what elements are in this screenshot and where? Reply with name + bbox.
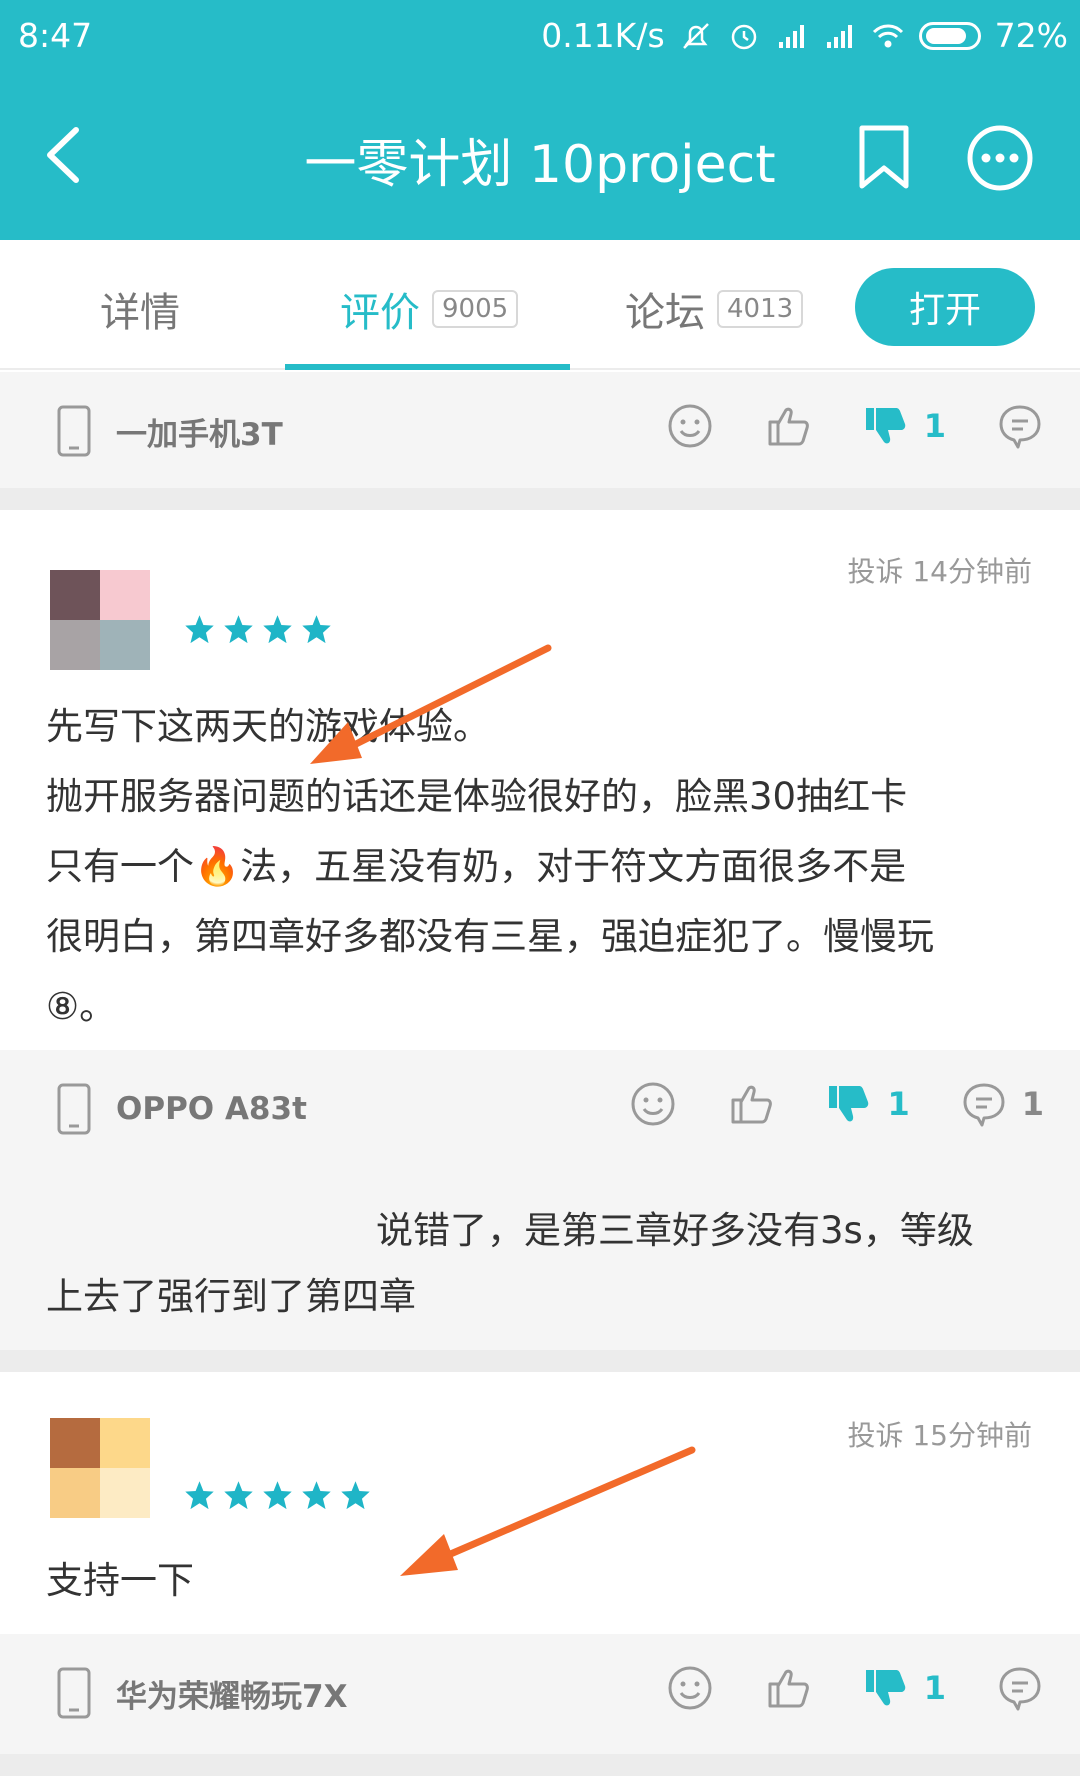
review-actions: 1 1 bbox=[579, 1080, 1044, 1128]
tab-count: 4013 bbox=[717, 290, 804, 328]
star-icon bbox=[185, 1481, 214, 1510]
thumbs-down-icon bbox=[865, 408, 905, 444]
reply-count: 1 bbox=[1021, 1085, 1044, 1123]
review-footer: OPPO A83t 1 1 说错了，是第三章好多没有3s，等级 上去了强行到了第… bbox=[0, 1050, 1080, 1350]
device-name: 华为荣耀畅玩7X bbox=[116, 1678, 348, 1715]
reply-line: 上去了强行到了第四章 bbox=[46, 1275, 416, 1318]
active-tab-indicator bbox=[285, 364, 570, 370]
star-icon bbox=[185, 615, 214, 644]
tab-count: 9005 bbox=[432, 290, 519, 328]
device-info: 华为荣耀畅玩7X bbox=[54, 1666, 347, 1720]
review-actions: 1 bbox=[616, 402, 1044, 450]
dislike-button[interactable]: 1 bbox=[825, 1080, 910, 1128]
phone-icon bbox=[57, 1083, 91, 1135]
star-icon bbox=[263, 615, 292, 644]
signal-icon-2 bbox=[826, 24, 852, 48]
status-bar: 8:47 0.11K/s 72% bbox=[0, 0, 1080, 74]
comment-icon bbox=[963, 1083, 1005, 1127]
star-icon bbox=[263, 1481, 292, 1510]
star-icon bbox=[341, 1481, 370, 1510]
dislike-count: 1 bbox=[887, 1085, 910, 1123]
tab-reviews[interactable]: 评价 9005 bbox=[340, 280, 519, 338]
star-icon bbox=[302, 1481, 331, 1510]
review-actions: 1 bbox=[616, 1664, 1044, 1712]
device-name: 一加手机3T bbox=[116, 416, 283, 453]
annotation-arrow bbox=[310, 644, 552, 764]
review-meta[interactable]: 投诉 14分钟前 bbox=[847, 550, 1032, 590]
review-footer-prev: 一加手机3T 1 bbox=[0, 372, 1080, 488]
thumbs-down-icon bbox=[865, 1670, 905, 1706]
dislike-count: 1 bbox=[923, 407, 946, 445]
comment-button[interactable] bbox=[996, 402, 1044, 450]
reply-body: 说错了，是第三章好多没有3s，等级 上去了强行到了第四章 bbox=[46, 1198, 1036, 1330]
mute-bell-icon bbox=[682, 22, 709, 49]
wifi-icon bbox=[872, 24, 903, 47]
like-button[interactable] bbox=[727, 1080, 775, 1128]
comment-icon bbox=[999, 1667, 1041, 1711]
tab-label: 论坛 bbox=[625, 290, 705, 336]
phone-icon bbox=[57, 405, 91, 457]
tab-details[interactable]: 详情 bbox=[100, 280, 180, 338]
review-line: 只有一个🔥法，五星没有奶，对于符文方面很多不是 bbox=[46, 845, 907, 888]
thumbs-down-icon bbox=[829, 1086, 869, 1122]
tab-label: 评价 bbox=[340, 290, 420, 336]
comment-button[interactable]: 1 bbox=[960, 1080, 1044, 1128]
thumbs-up-icon bbox=[768, 1669, 809, 1708]
avatar[interactable] bbox=[50, 570, 150, 670]
review-footer: 华为荣耀畅玩7X 1 bbox=[0, 1634, 1080, 1754]
comment-icon bbox=[999, 405, 1041, 449]
review-card: 投诉 15分钟前 支持一下 bbox=[0, 1372, 1080, 1634]
emoji-button[interactable] bbox=[629, 1080, 677, 1128]
separator bbox=[0, 1350, 1080, 1372]
smiley-icon bbox=[668, 1666, 712, 1710]
separator bbox=[0, 488, 1080, 510]
star-icon bbox=[224, 1481, 253, 1510]
review-meta[interactable]: 投诉 15分钟前 bbox=[847, 1414, 1032, 1454]
battery-icon bbox=[918, 21, 981, 50]
rating-stars bbox=[184, 1480, 371, 1511]
tab-label: 详情 bbox=[100, 290, 180, 336]
device-info: 一加手机3T bbox=[54, 404, 283, 458]
signal-icon-1 bbox=[778, 24, 804, 48]
smiley-icon bbox=[631, 1082, 675, 1126]
star-icon bbox=[224, 615, 253, 644]
annotation-arrow bbox=[400, 1446, 696, 1576]
avatar[interactable] bbox=[50, 1418, 150, 1518]
dislike-count: 1 bbox=[923, 1669, 946, 1707]
tab-forum[interactable]: 论坛 4013 bbox=[625, 280, 804, 338]
phone-icon bbox=[57, 1667, 91, 1719]
thumbs-up-icon bbox=[768, 407, 809, 446]
bookmark-button[interactable] bbox=[856, 124, 912, 190]
open-app-button[interactable]: 打开 bbox=[855, 268, 1035, 346]
like-button[interactable] bbox=[764, 1664, 812, 1712]
separator bbox=[0, 1754, 1080, 1776]
alarm-icon bbox=[731, 24, 756, 49]
status-time: 8:47 bbox=[18, 16, 93, 55]
dislike-button[interactable]: 1 bbox=[862, 402, 946, 450]
page-title: 一零计划 10project bbox=[304, 135, 776, 195]
emoji-button[interactable] bbox=[666, 1664, 714, 1712]
like-button[interactable] bbox=[764, 402, 812, 450]
review-line: ⑧。 bbox=[46, 985, 117, 1028]
review-line: 抛开服务器问题的话还是体验很好的，脸黑30抽红卡 bbox=[46, 775, 908, 818]
device-name: OPPO A83t bbox=[116, 1091, 307, 1127]
device-info: OPPO A83t bbox=[54, 1082, 307, 1136]
emoji-button[interactable] bbox=[666, 402, 714, 450]
status-icons: 0.11K/s 72% bbox=[541, 16, 1068, 55]
network-speed: 0.11K/s bbox=[541, 16, 665, 55]
more-options-button[interactable] bbox=[966, 124, 1034, 192]
review-line: 很明白，第四章好多都没有三星，强迫症犯了。慢慢玩 bbox=[46, 915, 934, 958]
battery-percent: 72% bbox=[994, 16, 1068, 55]
dislike-button[interactable]: 1 bbox=[862, 1664, 946, 1712]
smiley-icon bbox=[668, 404, 712, 448]
reply-line: 说错了，是第三章好多没有3s，等级 bbox=[376, 1209, 974, 1252]
app-header: 8:47 0.11K/s 72% 一零计划 10project bbox=[0, 0, 1080, 240]
review-card: 投诉 14分钟前 先写下这两天的游戏体验。 抛开服务器问题的话还是体验很好的，脸… bbox=[0, 510, 1080, 1050]
comment-button[interactable] bbox=[996, 1664, 1044, 1712]
thumbs-up-icon bbox=[731, 1085, 773, 1124]
